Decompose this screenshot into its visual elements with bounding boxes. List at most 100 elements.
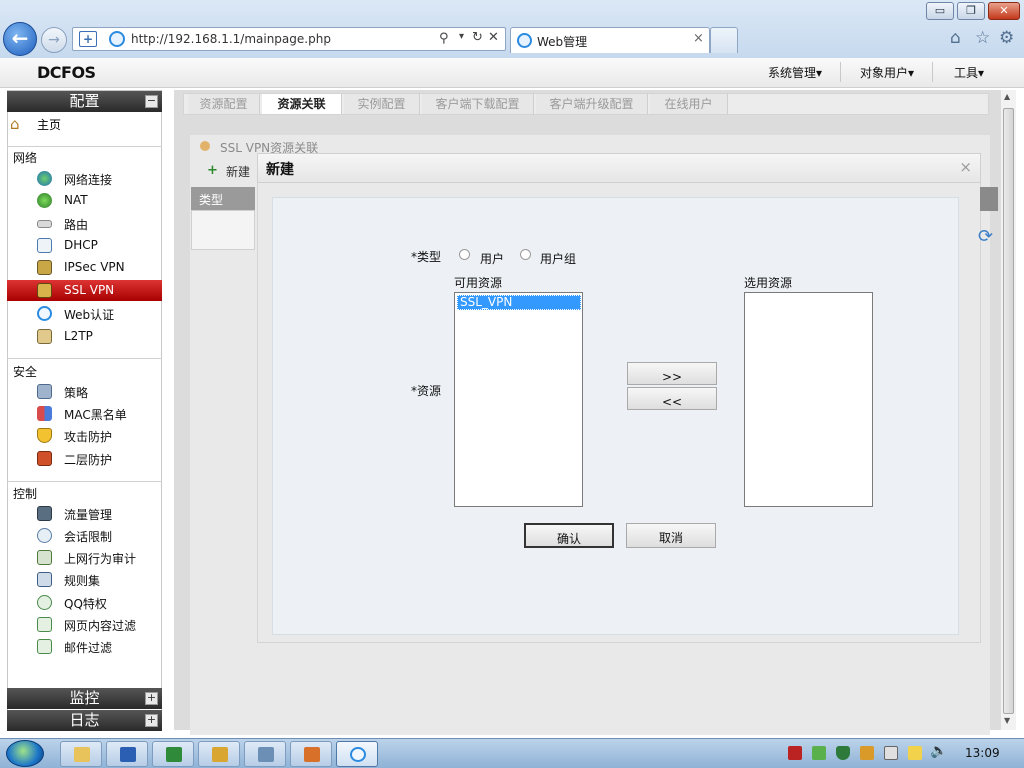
restore-button[interactable]: ❐: [957, 2, 985, 20]
taskbar-app6[interactable]: [290, 741, 332, 767]
menu-tools[interactable]: 工具▾: [954, 64, 984, 81]
sidebar-item-l2tp[interactable]: L2TP: [7, 326, 162, 347]
tab-instance-config[interactable]: 实例配置: [344, 94, 420, 114]
tray-shield-icon[interactable]: [836, 746, 850, 760]
new-tab-button[interactable]: [710, 27, 738, 53]
sidebar-item-ipsec-vpn[interactable]: IPSec VPN: [7, 257, 162, 278]
taskbar-explorer[interactable]: [60, 741, 102, 767]
add-icon[interactable]: +: [207, 163, 218, 178]
new-button[interactable]: 新建: [226, 163, 250, 180]
start-button[interactable]: [6, 740, 44, 767]
modal-close-icon[interactable]: ×: [959, 158, 972, 176]
scroll-thumb[interactable]: [1003, 108, 1014, 714]
vpn-icon: [37, 283, 52, 298]
app-icon: [212, 747, 228, 762]
sidebar-item-network-connection[interactable]: 网络连接: [7, 168, 162, 189]
ok-button[interactable]: 确认: [524, 523, 614, 548]
sidebar-item-web-auth[interactable]: Web认证: [7, 303, 162, 324]
tab-client-download[interactable]: 客户端下载配置: [422, 94, 534, 114]
sidebar-item-policy[interactable]: 策略: [7, 381, 162, 402]
refresh-icon[interactable]: ⟳: [978, 226, 993, 247]
cancel-button[interactable]: 取消: [626, 523, 716, 548]
tab-online-users[interactable]: 在线用户: [650, 94, 728, 114]
sidebar-header-monitor[interactable]: 监控 +: [7, 688, 162, 709]
taskbar-word[interactable]: [106, 741, 148, 767]
type-label: *类型: [411, 250, 442, 264]
sidebar-item-route[interactable]: 路由: [7, 213, 162, 234]
sidebar-item-label: NAT: [64, 193, 88, 207]
compat-icon[interactable]: +: [79, 31, 97, 47]
chevron-down-icon[interactable]: ▾: [459, 31, 464, 42]
tray-flag-icon[interactable]: [908, 746, 922, 760]
radio-user-group[interactable]: [520, 249, 531, 260]
ie-icon: [350, 747, 366, 762]
radio-user-label[interactable]: 用户: [480, 250, 504, 267]
sidebar-item-web-filter[interactable]: 网页内容过滤: [7, 614, 162, 635]
inner-scroll-thumb[interactable]: [980, 187, 998, 211]
back-button[interactable]: ←: [3, 22, 37, 56]
menu-system-admin[interactable]: 系统管理▾: [768, 64, 822, 81]
tab-client-upgrade[interactable]: 客户端升级配置: [536, 94, 648, 114]
address-bar[interactable]: + http://192.168.1.1/mainpage.php ⚲ ▾ ↻ …: [72, 27, 506, 51]
sidebar-item-ssl-vpn[interactable]: SSL VPN: [7, 280, 162, 301]
scroll-up-icon[interactable]: ▲: [1004, 92, 1010, 101]
home-icon[interactable]: ⌂: [950, 28, 961, 48]
taskbar-app4[interactable]: [198, 741, 240, 767]
remove-resource-button[interactable]: <<: [627, 387, 717, 410]
available-resources-label: 可用资源: [454, 276, 503, 290]
sidebar-header-label: 日志: [69, 711, 100, 729]
minimize-button[interactable]: ▭: [926, 2, 954, 20]
sidebar-header-log[interactable]: 日志 +: [7, 710, 162, 731]
radio-user[interactable]: [459, 249, 470, 260]
sidebar-item-label: QQ特权: [64, 597, 107, 611]
taskbar-app5[interactable]: [244, 741, 286, 767]
gear-icon[interactable]: ⚙: [999, 28, 1014, 48]
sidebar-item-label: L2TP: [64, 329, 93, 343]
sidebar-item-attack-defense[interactable]: 攻击防护: [7, 425, 162, 446]
taskbar-excel[interactable]: [152, 741, 194, 767]
tab-resource-config[interactable]: 资源配置: [188, 94, 260, 114]
tray-volume-icon[interactable]: 🔈: [930, 743, 947, 759]
sidebar-item-mac-blacklist[interactable]: MAC黑名单: [7, 403, 162, 424]
add-resource-button[interactable]: >>: [627, 362, 717, 385]
favorites-star-icon[interactable]: ☆: [975, 28, 990, 48]
radio-user-group-label[interactable]: 用户组: [540, 250, 576, 267]
tray-app-icon[interactable]: [788, 746, 802, 760]
collapse-icon[interactable]: −: [145, 95, 158, 108]
sidebar-item-dhcp[interactable]: DHCP: [7, 235, 162, 256]
selected-resources-list[interactable]: [744, 292, 873, 507]
arp-icon: [37, 451, 52, 466]
sidebar-item-ruleset[interactable]: 规则集: [7, 569, 162, 590]
taskbar-ie[interactable]: [336, 741, 378, 767]
sidebar-item-home[interactable]: ⌂ 主页: [7, 113, 162, 134]
sidebar-item-mail-filter[interactable]: 邮件过滤: [7, 636, 162, 657]
close-window-button[interactable]: ✕: [988, 2, 1020, 20]
tray-device-icon[interactable]: [884, 746, 898, 760]
search-icon[interactable]: ⚲: [439, 31, 449, 46]
expand-icon[interactable]: +: [145, 714, 158, 727]
tab-resource-association[interactable]: 资源关联: [262, 94, 342, 114]
scroll-down-icon[interactable]: ▼: [1004, 716, 1010, 725]
tray-network-icon[interactable]: [812, 746, 826, 760]
stop-icon[interactable]: ✕: [488, 30, 499, 45]
tray-qq-icon[interactable]: [860, 746, 874, 760]
expand-icon[interactable]: +: [145, 692, 158, 705]
tab-close-icon[interactable]: ×: [693, 31, 704, 46]
list-item[interactable]: SSL_VPN: [457, 295, 581, 310]
available-resources-list[interactable]: SSL_VPN: [454, 292, 583, 507]
page-scrollbar[interactable]: ▲ ▼: [1000, 90, 1016, 730]
clock[interactable]: 13:09: [965, 746, 1000, 760]
sidebar-item-traffic[interactable]: 流量管理: [7, 503, 162, 524]
sidebar-item-behavior-audit[interactable]: 上网行为审计: [7, 547, 162, 568]
sidebar-item-qq[interactable]: QQ特权: [7, 592, 162, 613]
sidebar-header-config[interactable]: 配置 −: [7, 91, 162, 112]
sidebar-item-session-limit[interactable]: 会话限制: [7, 525, 162, 546]
forward-button[interactable]: →: [41, 27, 67, 53]
url-text[interactable]: http://192.168.1.1/mainpage.php: [131, 32, 331, 46]
refresh-icon[interactable]: ↻: [472, 30, 483, 45]
mail-filter-icon: [37, 639, 52, 654]
menu-object-user[interactable]: 对象用户▾: [860, 64, 914, 81]
sidebar-item-nat[interactable]: NAT: [7, 190, 162, 211]
sidebar-item-l2-defense[interactable]: 二层防护: [7, 448, 162, 469]
browser-tab-active[interactable]: Web管理 ×: [510, 27, 710, 53]
